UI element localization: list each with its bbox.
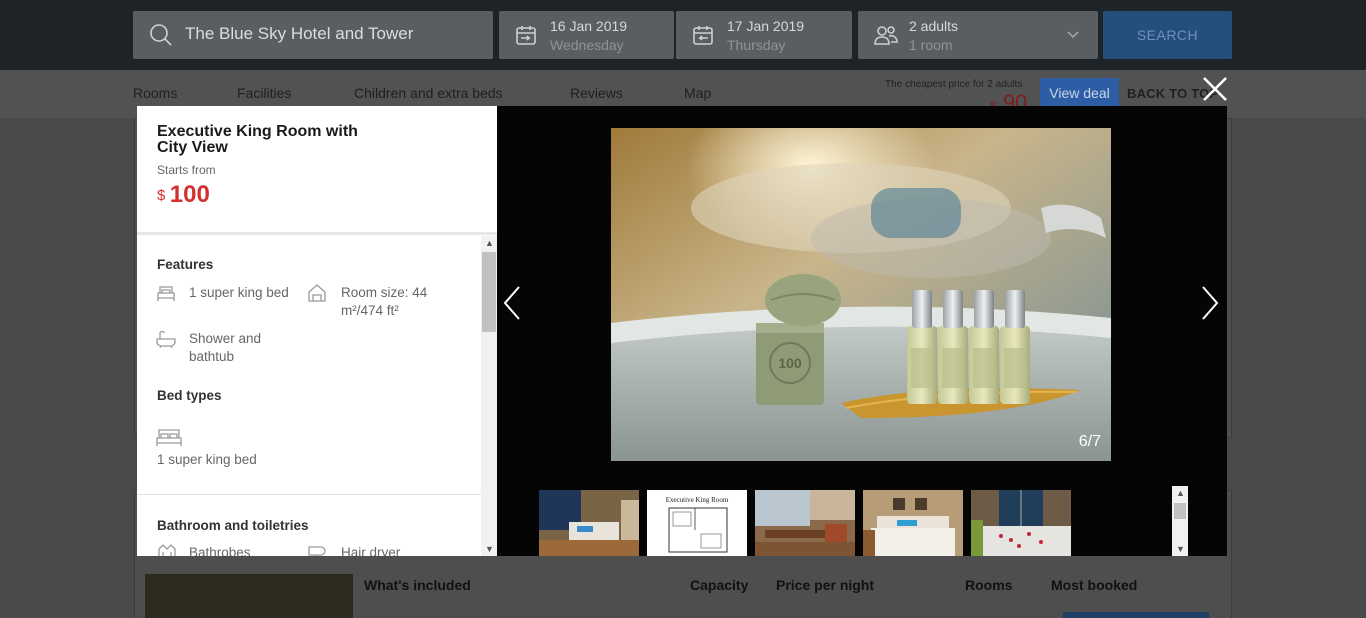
section-divider — [137, 494, 481, 495]
header-most-booked: Most booked — [1051, 577, 1138, 593]
thumbnail-scroll-up[interactable]: ▲ — [1176, 488, 1185, 498]
cheapest-price-label: The cheapest price for 2 adults — [885, 79, 1023, 90]
tab-children-extra-beds[interactable]: Children and extra beds — [354, 85, 503, 101]
bathroom-item-hair-dryer: Hair dryer — [341, 545, 401, 556]
view-deal-button[interactable]: View deal — [1040, 78, 1119, 108]
header-rooms: Rooms — [965, 577, 1013, 593]
tab-map[interactable]: Map — [684, 85, 711, 101]
svg-text:100: 100 — [778, 355, 802, 371]
super-king-bed-icon — [156, 429, 182, 446]
checkin-date-field[interactable]: 16 Jan 2019 Wednesday — [499, 11, 674, 59]
bathtub-thumbnail — [971, 490, 1071, 556]
bathtub-icon — [156, 330, 176, 348]
scrollbar-thumb[interactable] — [482, 252, 496, 332]
hair-dryer-icon — [308, 546, 326, 556]
price-currency: $ — [157, 187, 166, 204]
bed-icon — [157, 286, 175, 301]
feature-bed: 1 super king bed — [189, 285, 289, 300]
tab-rooms[interactable]: Rooms — [133, 85, 177, 101]
room-photo-background — [145, 574, 353, 618]
floor-plan-thumbnail: Executive King Room — [647, 490, 747, 556]
details-scrollbar[interactable]: ▲ ▼ — [481, 236, 497, 556]
guests-field[interactable]: 2 adults 1 room — [858, 11, 1098, 59]
thumbnail-5[interactable] — [971, 490, 1071, 556]
photo-counter: 6/7 — [1078, 433, 1101, 450]
bathroom-title: Bathroom and toiletries — [157, 518, 309, 533]
thumbnail-2[interactable]: Executive King Room — [647, 490, 747, 556]
room-title: Executive King Room with City View — [157, 123, 358, 156]
thumbnail-scrollbar[interactable]: ▲ ▼ — [1172, 486, 1188, 556]
chevron-down-icon — [1067, 31, 1079, 39]
price-amount: 100 — [169, 181, 210, 208]
feature-bathtub: Shower and bathtub — [189, 331, 262, 364]
header-whats-included: What's included — [364, 577, 471, 593]
thumbnail-1[interactable] — [539, 490, 639, 556]
checkin-day: Wednesday — [550, 37, 624, 53]
calendar-icon — [693, 26, 713, 45]
scroll-down-arrow[interactable]: ▼ — [485, 544, 494, 554]
main-photo: 100 6/7 — [611, 128, 1111, 461]
bathroom-item-bathrobes: Bathrobes — [189, 545, 251, 556]
room-details-panel: Executive King Room with City View Start… — [137, 106, 497, 556]
feature-room-size: Room size: 44 m²/474 ft² — [341, 285, 428, 318]
room-header: Executive King Room with City View Start… — [137, 106, 497, 235]
close-icon — [1203, 77, 1227, 101]
chevron-right-icon — [1202, 286, 1219, 320]
next-photo-button[interactable] — [1199, 284, 1221, 322]
hotel-search-value: The Blue Sky Hotel and Tower — [185, 24, 414, 43]
tab-facilities[interactable]: Facilities — [237, 85, 291, 101]
toiletries-photo: 100 — [611, 128, 1111, 461]
header-capacity: Capacity — [690, 577, 749, 593]
search-icon — [150, 24, 172, 46]
top-search-bar: The Blue Sky Hotel and Tower 16 Jan 2019… — [0, 0, 1366, 70]
photo-gallery: 100 6/7 Executive King Room ▲ ▼ — [497, 106, 1227, 556]
bathrobe-icon — [158, 544, 176, 556]
bed-thumbnail — [863, 490, 963, 556]
checkout-date: 17 Jan 2019 — [727, 18, 805, 34]
thumbnail-4[interactable] — [863, 490, 963, 556]
search-button[interactable]: SEARCH — [1103, 11, 1232, 59]
checkout-day: Thursday — [727, 37, 786, 53]
thumbnail-3[interactable] — [755, 490, 855, 556]
close-button[interactable] — [1199, 73, 1231, 105]
guests-rooms: 1 room — [909, 37, 953, 53]
calendar-icon — [516, 26, 536, 45]
checkout-date-field[interactable]: 17 Jan 2019 Thursday — [676, 11, 852, 59]
guests-icon — [874, 26, 898, 45]
header-price-per-night: Price per night — [776, 577, 875, 593]
bed-types-title: Bed types — [157, 388, 222, 403]
chevron-left-icon — [503, 286, 520, 320]
tab-reviews[interactable]: Reviews — [570, 85, 623, 101]
starts-from-label: Starts from — [157, 163, 216, 177]
hotel-room-thumbnail — [539, 490, 639, 556]
thumbnail-scroll-down[interactable]: ▼ — [1176, 544, 1185, 554]
bed-type: 1 super king bed — [157, 452, 257, 467]
features-title: Features — [157, 257, 214, 272]
room-details-body: Features 1 super king bed Room size: 44 … — [137, 238, 481, 556]
floor-plan-caption: Executive King Room — [666, 496, 729, 504]
thumbnail-scrollbar-thumb[interactable] — [1174, 503, 1186, 519]
room-price: $ 100 — [157, 181, 477, 209]
hotel-search-field[interactable]: The Blue Sky Hotel and Tower — [133, 11, 493, 59]
guests-adults: 2 adults — [909, 18, 959, 34]
desk-area-thumbnail — [755, 490, 855, 556]
checkin-date: 16 Jan 2019 — [550, 18, 628, 34]
select-button-background — [1063, 612, 1209, 618]
scroll-up-arrow[interactable]: ▲ — [485, 238, 494, 248]
room-size-icon — [308, 284, 326, 302]
previous-photo-button[interactable] — [501, 284, 523, 322]
